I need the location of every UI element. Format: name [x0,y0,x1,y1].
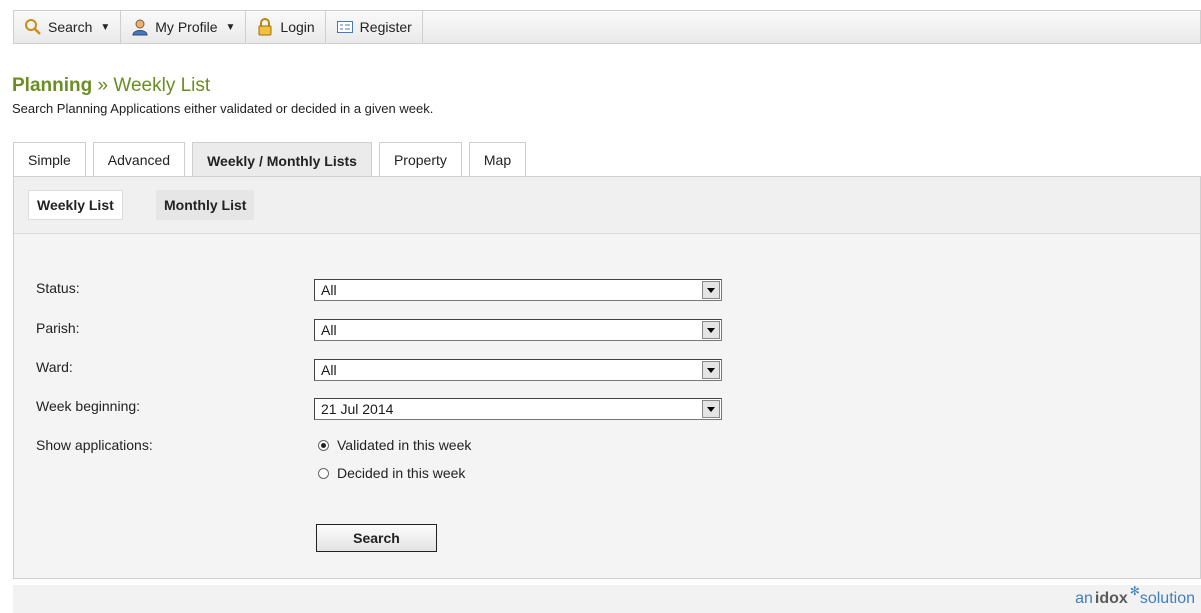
user-icon [131,18,149,36]
validated-option-label[interactable]: Validated in this week [337,437,471,453]
dropdown-arrow-icon [702,361,720,379]
chevron-down-icon: ▼ [100,21,111,33]
logo-name: idox [1094,590,1128,607]
ward-select-value: All [321,362,337,378]
week-beginning-value: 21 Jul 2014 [321,401,394,417]
ward-select[interactable]: All [314,359,722,381]
search-menu-label: Search [48,19,93,35]
show-applications-label: Show applications: [36,437,153,453]
tab-property[interactable]: Property [378,142,462,176]
status-select-value: All [321,282,337,298]
page-subtitle: Search Planning Applications either vali… [12,101,434,116]
register-label: Register [359,19,412,35]
week-beginning-label: Week beginning: [36,398,141,414]
breadcrumb-separator: » [97,75,109,96]
decided-radio[interactable] [318,467,329,479]
breadcrumb-page: Weekly List [113,75,211,96]
status-select[interactable]: All [314,279,722,301]
parish-label: Parish: [36,320,80,336]
dropdown-arrow-icon [702,321,720,339]
page-title: Planning » Weekly List [12,75,210,97]
parish-select[interactable]: All [314,319,722,341]
dropdown-arrow-icon [702,281,720,299]
top-toolbar: Search ▼ My Profile ▼ Login Register [13,10,1201,44]
idox-logo: an idox ✻ solution [1075,584,1195,608]
parish-select-value: All [321,322,337,338]
login-button[interactable]: Login [246,11,326,43]
search-button[interactable]: Search [316,524,437,552]
logo-prefix: an [1075,590,1093,607]
logo-star-icon: ✻ [1129,584,1140,598]
decided-option[interactable]: Decided in this week [318,465,465,481]
logo-suffix: solution [1139,590,1195,607]
search-panel: Weekly List Monthly List Status: All Par… [13,176,1201,579]
breadcrumb-section[interactable]: Planning [12,75,92,96]
subtab-weekly-list[interactable]: Weekly List [28,190,123,220]
search-tabs: Simple Advanced Weekly / Monthly Lists P… [13,142,527,178]
search-icon [24,18,42,36]
status-label: Status: [36,280,80,296]
tab-simple[interactable]: Simple [13,142,86,176]
register-button[interactable]: Register [326,11,423,43]
my-profile-menu-button[interactable]: My Profile ▼ [121,11,247,43]
subtabs-bar: Weekly List Monthly List [14,177,1200,234]
lock-icon [256,18,274,36]
login-label: Login [280,19,315,35]
ward-label: Ward: [36,359,73,375]
validated-option[interactable]: Validated in this week [318,437,471,453]
form-icon [336,18,354,36]
subtab-monthly-list[interactable]: Monthly List [156,190,255,220]
dropdown-arrow-icon [702,400,720,418]
decided-option-label[interactable]: Decided in this week [337,465,465,481]
validated-radio[interactable] [318,439,329,451]
search-menu-button[interactable]: Search ▼ [14,11,122,43]
my-profile-label: My Profile [155,19,218,35]
chevron-down-icon: ▼ [225,21,236,33]
tab-advanced[interactable]: Advanced [92,142,186,176]
tab-map[interactable]: Map [468,142,527,176]
footer [13,585,1201,613]
tab-weekly-monthly-lists[interactable]: Weekly / Monthly Lists [192,142,372,178]
week-beginning-select[interactable]: 21 Jul 2014 [314,398,722,420]
